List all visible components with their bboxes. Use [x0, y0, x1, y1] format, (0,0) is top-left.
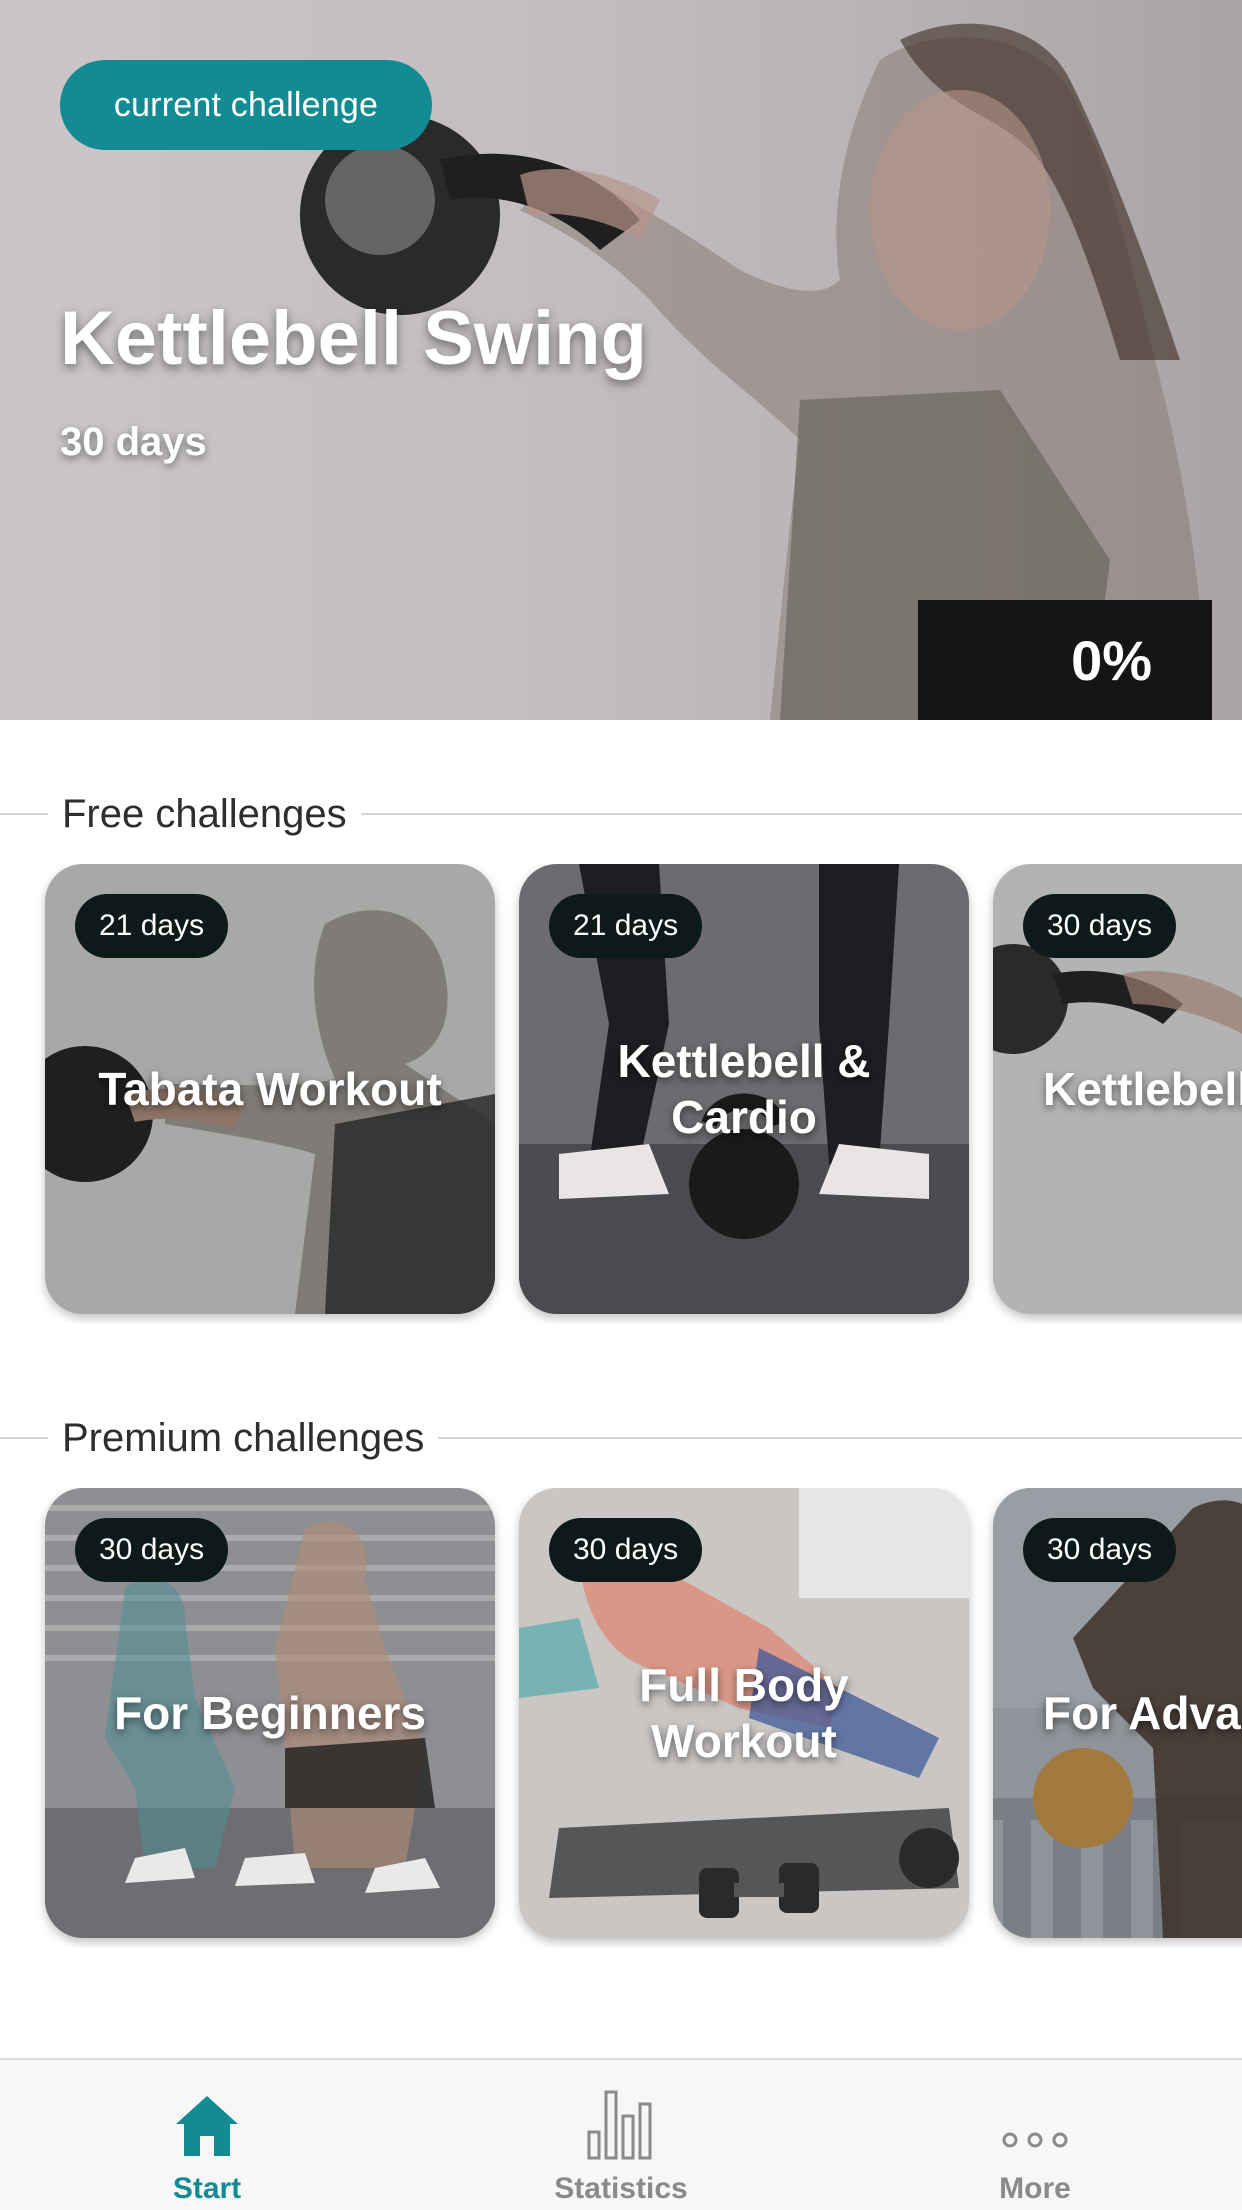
- nav-start[interactable]: Start: [0, 2060, 414, 2210]
- hero-title: Kettlebell Swing: [60, 296, 647, 381]
- challenge-card[interactable]: 21 days Kettlebell & Cardio: [519, 864, 969, 1314]
- premium-challenges-carousel[interactable]: 30 days For Beginners 30 days Full Body …: [0, 1488, 1242, 1948]
- nav-label: Statistics: [554, 2172, 688, 2205]
- nav-more[interactable]: More: [828, 2060, 1242, 2210]
- card-title: For Adva: [1043, 1687, 1241, 1739]
- bottom-navigation: Start Statistics More: [0, 2058, 1242, 2210]
- more-dots-icon: [1000, 2084, 1070, 2160]
- challenge-card[interactable]: 21 days Tabata Workout: [45, 864, 495, 1314]
- challenge-card[interactable]: 30 days Full Body Workout: [519, 1488, 969, 1938]
- current-challenge-badge: current challenge: [60, 60, 432, 150]
- bar-chart-icon: [586, 2084, 656, 2160]
- divider: [360, 813, 1242, 815]
- card-title: Kettlebell & Cardio: [617, 1035, 871, 1143]
- free-challenges-header: Free challenges: [0, 784, 1242, 844]
- section-title: Free challenges: [62, 791, 347, 836]
- divider: [0, 813, 48, 815]
- challenge-card[interactable]: 30 days Kettlebell: [993, 864, 1242, 1314]
- divider: [438, 1437, 1242, 1439]
- nav-label: Start: [172, 2172, 242, 2205]
- current-challenge-hero[interactable]: current challenge Kettlebell Swing 30 da…: [0, 0, 1242, 720]
- challenge-card[interactable]: 30 days For Beginners: [45, 1488, 495, 1938]
- challenge-card[interactable]: 30 days For Adva: [993, 1488, 1242, 1938]
- card-title: For Beginners: [114, 1687, 426, 1739]
- card-title: Full Body Workout: [639, 1659, 849, 1767]
- section-title: Premium challenges: [62, 1415, 425, 1460]
- nav-statistics[interactable]: Statistics: [414, 2060, 828, 2210]
- premium-challenges-header: Premium challenges: [0, 1408, 1242, 1468]
- card-title: Tabata Workout: [98, 1063, 442, 1115]
- progress-indicator: 0%: [918, 600, 1212, 720]
- hero-duration: 30 days: [60, 420, 207, 464]
- free-challenges-carousel[interactable]: 21 days Tabata Workout 21 days Kettlebel…: [0, 864, 1242, 1324]
- nav-label: More: [999, 2172, 1071, 2205]
- home-icon: [172, 2084, 242, 2160]
- divider: [0, 1437, 48, 1439]
- card-title: Kettlebell: [1043, 1063, 1242, 1115]
